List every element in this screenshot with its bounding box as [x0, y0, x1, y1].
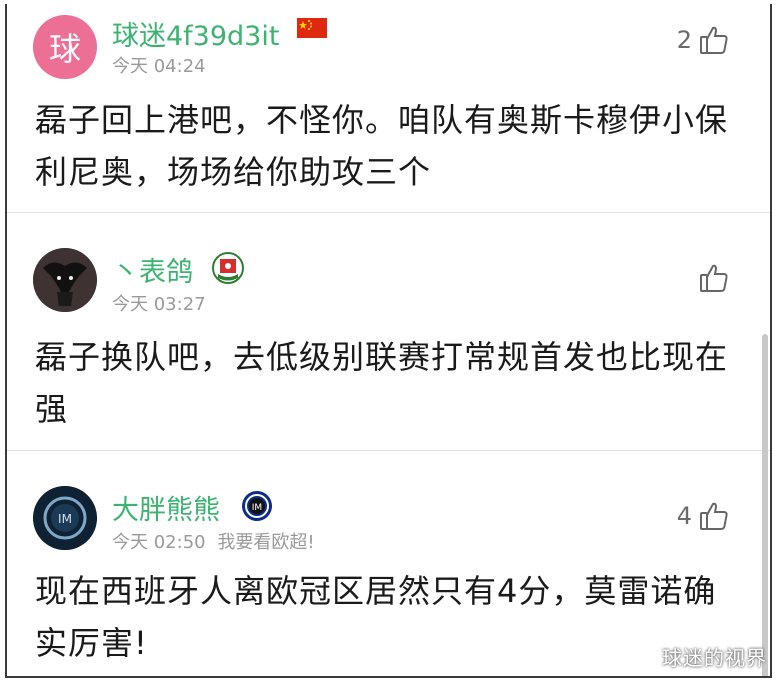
username[interactable]: 球迷4f39d3it — [112, 14, 279, 53]
comment-item: IM 大胖熊熊 IM 今天 02:50 我要看欧超! 4 现在西班牙人离欧冠区居… — [7, 452, 770, 676]
scrollbar[interactable] — [762, 334, 768, 676]
avatar-initial: 球 — [48, 30, 81, 68]
comment-body-line: 强 — [35, 390, 69, 428]
comment-extra: 我要看欧超! — [217, 532, 315, 553]
avatar[interactable]: 球 — [33, 15, 97, 79]
comment-time: 今天 03:27 — [112, 294, 206, 315]
blackburn-rovers-crest-icon — [212, 252, 244, 284]
comment-time: 今天 04:24 — [112, 56, 206, 77]
comment-body-line: 磊子回上港吧，不怪你。咱队有奥斯卡穆伊小保 — [35, 101, 729, 139]
thumbs-up-icon — [700, 502, 728, 530]
comment-body-line: 磊子换队吧，去低级别联赛打常规首发也比现在 — [35, 338, 729, 376]
comment-body: 现在西班牙人离欧冠区居然只有4分，莫雷诺确 实厉害! — [35, 565, 755, 669]
like-button[interactable]: 4 — [677, 500, 730, 532]
username[interactable]: 大胖熊熊 — [112, 488, 220, 527]
like-count: 4 — [676, 502, 692, 530]
comment-meta: 今天 02:50 我要看欧超! — [112, 528, 315, 554]
like-button[interactable] — [692, 262, 730, 294]
comment-body-line: 利尼奥，场场给你助攻三个 — [35, 153, 432, 191]
thumbs-up-icon — [700, 26, 728, 54]
comment-list: 球 球迷4f39d3it 今天 04:24 2 磊子回上港吧，不怪你。咱队有奥斯… — [5, 4, 772, 678]
watermark: 球迷的视界 — [662, 646, 767, 670]
comment-body-line: 实厉害! — [35, 624, 148, 662]
svg-text:IM: IM — [58, 512, 72, 526]
avatar[interactable]: IM — [33, 486, 97, 550]
china-flag-icon — [297, 18, 327, 38]
comment-item: 丶表鸽 今天 03:27 磊子换队吧，去低级别联赛打常规首发也比现在 强 — [7, 214, 770, 450]
divider — [7, 212, 770, 213]
comment-body: 磊子换队吧，去低级别联赛打常规首发也比现在 强 — [35, 331, 755, 435]
comment-item: 球 球迷4f39d3it 今天 04:24 2 磊子回上港吧，不怪你。咱队有奥斯… — [7, 4, 770, 212]
thumbs-up-icon — [700, 264, 728, 292]
comment-body: 磊子回上港吧，不怪你。咱队有奥斯卡穆伊小保 利尼奥，场场给你助攻三个 — [35, 94, 755, 198]
divider — [7, 450, 770, 451]
comment-time: 今天 02:50 — [112, 532, 206, 553]
like-button[interactable]: 2 — [677, 24, 730, 56]
avatar[interactable] — [33, 248, 97, 312]
username[interactable]: 丶表鸽 — [112, 250, 193, 289]
svg-text:IM: IM — [252, 503, 262, 513]
inter-milan-crest-icon: IM — [241, 490, 273, 522]
like-count: 2 — [676, 26, 692, 54]
comment-body-line: 现在西班牙人离欧冠区居然只有4分，莫雷诺确 — [35, 572, 717, 610]
